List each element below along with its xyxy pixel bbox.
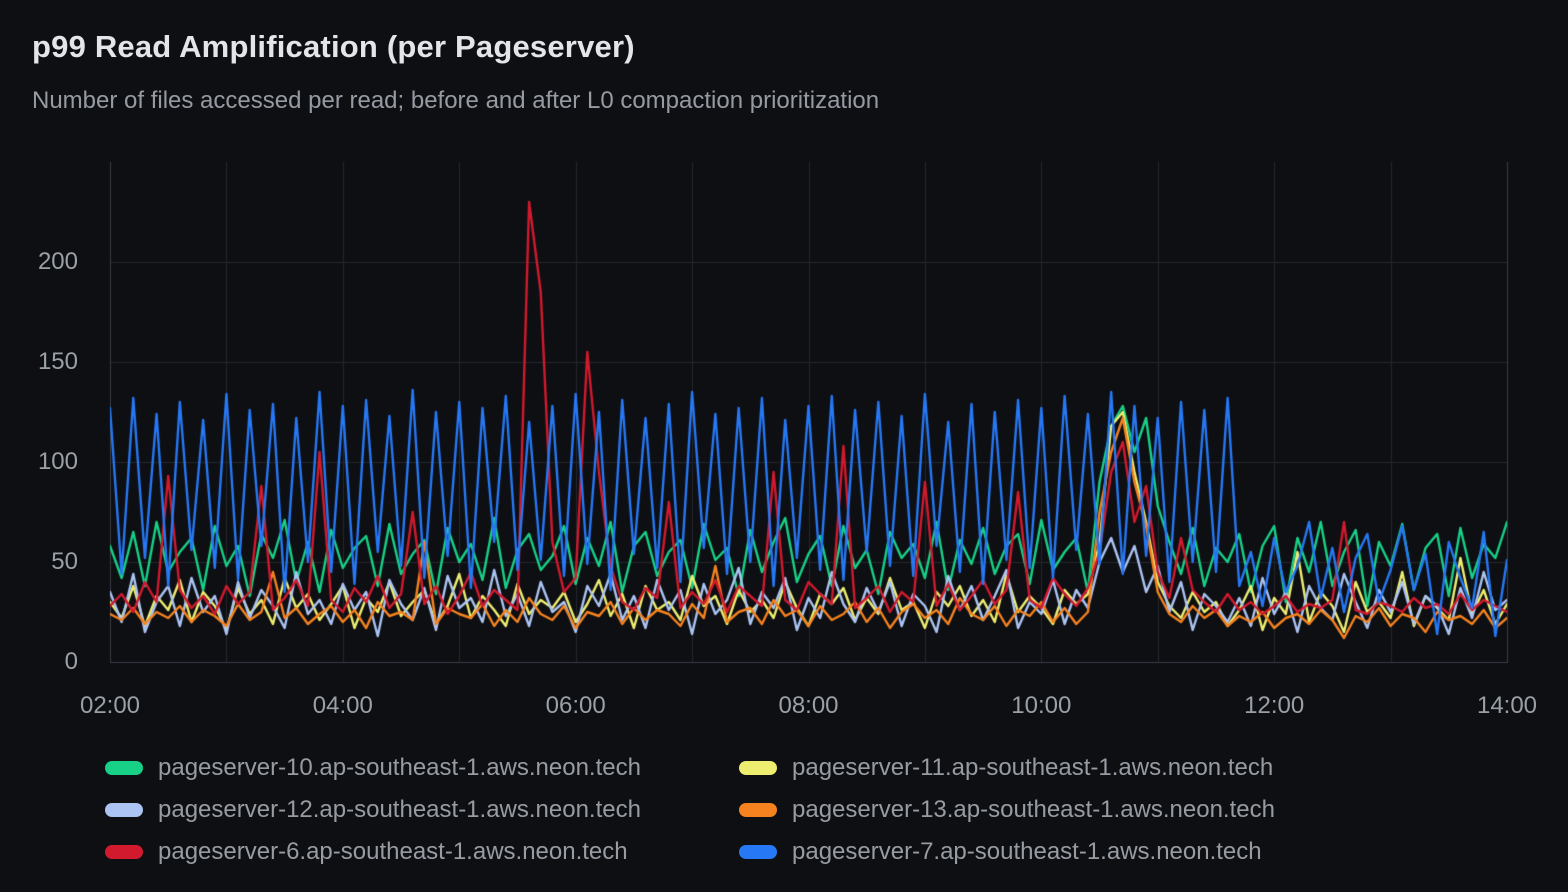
- x-tick-label: 06:00: [516, 692, 636, 720]
- y-tick-label: 50: [0, 548, 78, 576]
- legend-swatch: [105, 761, 143, 775]
- y-tick-label: 150: [0, 348, 78, 376]
- x-tick-label: 10:00: [981, 692, 1101, 720]
- legend-item-label: pageserver-11.ap-southeast-1.aws.neon.te…: [792, 755, 1273, 781]
- legend-item-label: pageserver-12.ap-southeast-1.aws.neon.te…: [158, 797, 641, 823]
- x-tick-label: 08:00: [749, 692, 869, 720]
- legend-swatch: [739, 845, 777, 859]
- y-tick-label: 200: [0, 248, 78, 276]
- legend-item-label: pageserver-6.ap-southeast-1.aws.neon.tec…: [158, 839, 628, 865]
- chart-panel: p99 Read Amplification (per Pageserver) …: [0, 0, 1568, 892]
- legend-item[interactable]: pageserver-12.ap-southeast-1.aws.neon.te…: [105, 797, 739, 823]
- legend-item[interactable]: pageserver-13.ap-southeast-1.aws.neon.te…: [739, 797, 1275, 823]
- x-tick-label: 12:00: [1214, 692, 1334, 720]
- legend-item-label: pageserver-7.ap-southeast-1.aws.neon.tec…: [792, 839, 1262, 865]
- legend-swatch: [105, 845, 143, 859]
- legend-item[interactable]: pageserver-7.ap-southeast-1.aws.neon.tec…: [739, 839, 1275, 865]
- legend-item[interactable]: pageserver-11.ap-southeast-1.aws.neon.te…: [739, 755, 1275, 781]
- legend-item-label: pageserver-13.ap-southeast-1.aws.neon.te…: [792, 797, 1275, 823]
- x-tick-label: 04:00: [283, 692, 403, 720]
- legend-swatch: [105, 803, 143, 817]
- legend-swatch: [739, 803, 777, 817]
- y-tick-label: 0: [0, 648, 78, 676]
- legend-item[interactable]: pageserver-10.ap-southeast-1.aws.neon.te…: [105, 755, 739, 781]
- y-tick-label: 100: [0, 448, 78, 476]
- legend-item[interactable]: pageserver-6.ap-southeast-1.aws.neon.tec…: [105, 839, 739, 865]
- x-tick-label: 14:00: [1447, 692, 1567, 720]
- legend: pageserver-10.ap-southeast-1.aws.neon.te…: [105, 747, 1275, 873]
- legend-item-label: pageserver-10.ap-southeast-1.aws.neon.te…: [158, 755, 641, 781]
- x-tick-label: 02:00: [50, 692, 170, 720]
- legend-swatch: [739, 761, 777, 775]
